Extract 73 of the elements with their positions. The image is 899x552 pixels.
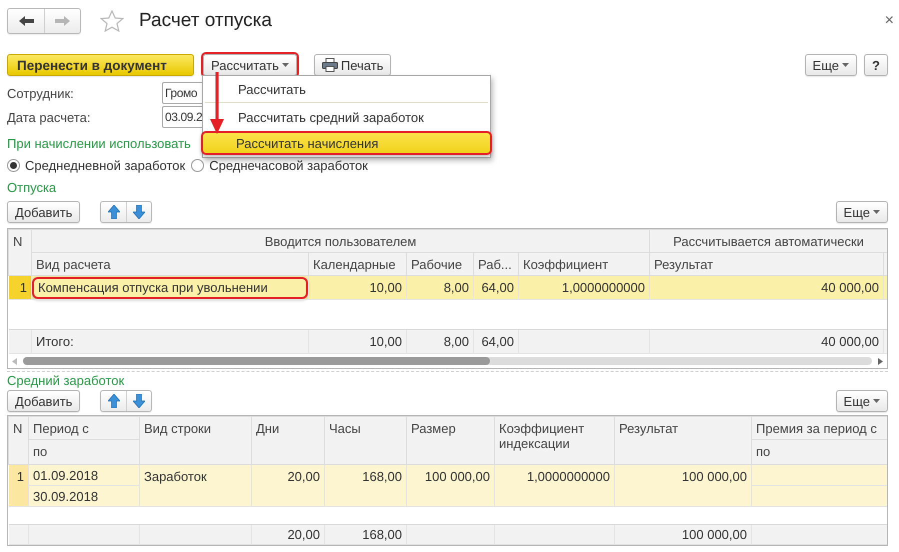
table-row[interactable]: 1 Компенсация отпуска при увольнении 10,00 8,00 64,00 1,0000000000 40 000,00 xyxy=(8,276,887,300)
add-button[interactable]: Добавить xyxy=(7,390,80,412)
table-cell: 20,00 xyxy=(252,524,324,544)
more-button[interactable]: Еще xyxy=(836,390,888,412)
column-header: Календарные xyxy=(308,252,406,276)
column-header: Часы xyxy=(324,416,406,464)
column-header: Результат xyxy=(614,416,752,464)
radio-option[interactable]: Среднечасовой заработок xyxy=(191,158,368,172)
arrow-left-icon xyxy=(18,15,34,27)
table-cell: 100 000,00 xyxy=(406,464,494,506)
more-button[interactable]: Еще xyxy=(804,54,857,76)
table-cell: 20,00 xyxy=(252,464,324,506)
table-cell: 10,00 xyxy=(308,276,406,300)
row-number: 1 xyxy=(8,276,32,300)
column-header: Коэффициент xyxy=(518,252,650,276)
table-cell: 100 000,00 xyxy=(614,524,752,544)
table-cell: 168,00 xyxy=(324,464,406,506)
column-header: по xyxy=(28,440,140,464)
arrow-down-icon xyxy=(133,205,146,219)
table-cell: 1,0000000000 xyxy=(518,276,650,300)
column-header: Вид расчета xyxy=(32,252,308,276)
arrow-down-icon xyxy=(133,394,146,408)
column-header: Период с xyxy=(28,416,140,440)
column-header: N xyxy=(8,230,32,276)
column-header: Вид строки xyxy=(140,416,252,464)
close-button[interactable]: × xyxy=(884,12,894,30)
add-button[interactable]: Добавить xyxy=(7,201,80,223)
radio-option[interactable]: Среднедневной заработок xyxy=(7,158,186,172)
caret-icon xyxy=(282,63,289,67)
printer-icon xyxy=(322,58,338,72)
column-group-header: Вводится пользователем xyxy=(32,230,650,252)
table-cell: 8,00 xyxy=(406,276,474,300)
table-cell: 64,00 xyxy=(474,276,518,300)
column-header: Рабочие xyxy=(406,252,474,276)
arrow-up-icon xyxy=(108,394,120,408)
help-button[interactable]: ? xyxy=(864,54,888,76)
table-cell: 100 000,00 xyxy=(614,464,752,506)
field-label: Сотрудник: xyxy=(7,86,75,100)
column-header: Раб... xyxy=(474,252,518,276)
window-title: Расчет отпуска xyxy=(139,10,272,32)
column-header: Коэффициент индексации xyxy=(494,416,614,464)
section-title: Средний заработок xyxy=(7,373,124,389)
menu-item[interactable]: Рассчитать средний заработок xyxy=(205,103,488,131)
column-group-header: Рассчитывается автоматически xyxy=(650,230,887,252)
table-cell: Компенсация отпуска при увольнении xyxy=(32,276,308,298)
calculate-button[interactable]: Рассчитать xyxy=(203,54,297,76)
section-title: При начислении использовать xyxy=(7,136,191,152)
section-title: Отпуска xyxy=(7,180,56,196)
table-cell: 168,00 xyxy=(324,524,406,544)
field-label: Дата расчета: xyxy=(7,110,92,124)
column-header: N xyxy=(8,416,28,464)
column-header: Премия за период с xyxy=(752,416,887,440)
scroll-right-icon[interactable] xyxy=(878,358,883,364)
print-button[interactable]: Печать xyxy=(314,54,392,76)
row-number[interactable]: 1 xyxy=(8,464,28,506)
column-header: Результат xyxy=(650,252,884,276)
caret-icon xyxy=(873,399,880,403)
caret-icon xyxy=(873,210,880,214)
menu-item[interactable]: Рассчитать начисления xyxy=(201,131,492,155)
table-cell: 40 000,00 xyxy=(650,276,884,300)
column-header: Размер xyxy=(406,416,494,464)
column-header: Дни xyxy=(252,416,324,464)
arrow-up-icon xyxy=(108,205,120,219)
table-cell: 1,0000000000 xyxy=(494,464,614,506)
caret-icon xyxy=(842,63,849,67)
star-icon[interactable] xyxy=(100,10,124,32)
more-button[interactable]: Еще xyxy=(836,201,888,223)
table-cell: Заработок xyxy=(140,464,252,506)
arrow-right-icon xyxy=(55,15,70,27)
arrow xyxy=(210,72,224,134)
table-cell: 30.09.2018 xyxy=(28,486,140,506)
column-header: по xyxy=(752,440,887,464)
transfer-button[interactable]: Перенести в документ xyxy=(7,54,194,76)
